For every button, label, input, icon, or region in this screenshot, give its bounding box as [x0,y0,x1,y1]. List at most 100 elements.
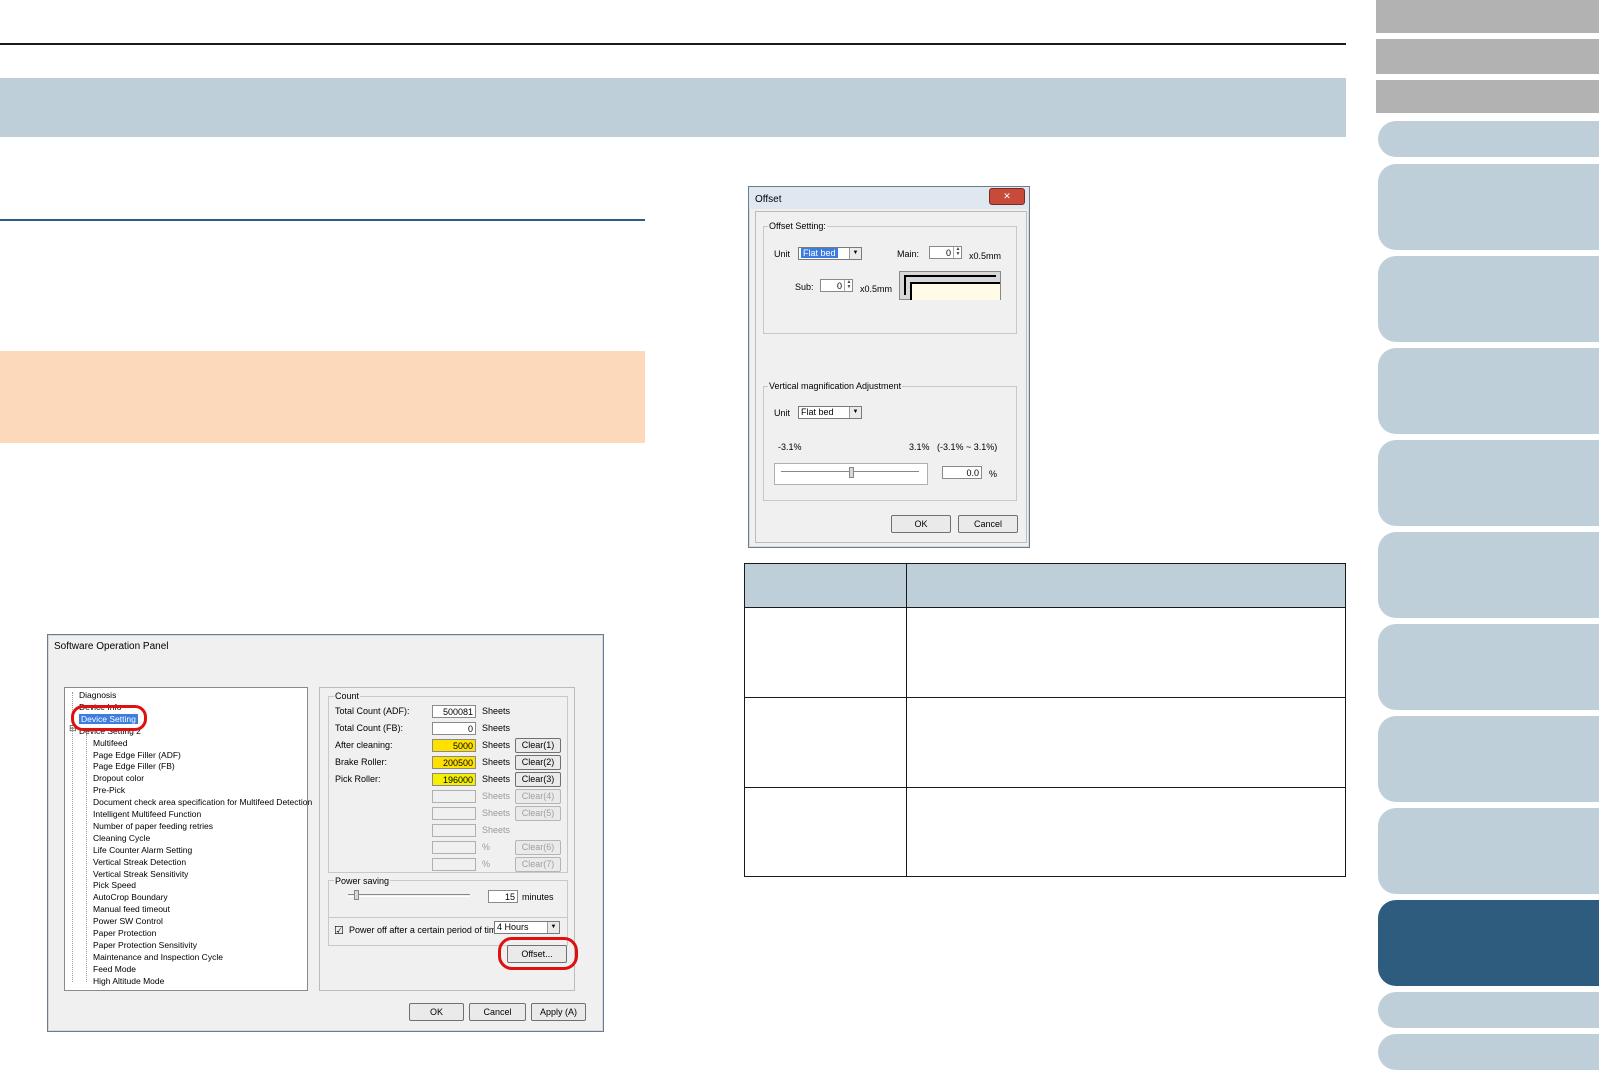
nav-tab-3[interactable] [1376,80,1599,113]
tree-item[interactable]: High Altitude Mode [93,976,164,986]
chevron-down-icon: ▼ [849,248,861,259]
unit2-select[interactable]: Flat bed ▼ [798,406,862,419]
tree-item[interactable]: Cleaning Cycle [93,833,150,843]
settings-table [744,563,1346,877]
counter-clear-button[interactable]: Clear(7) [515,857,561,872]
table-row-divider-1 [745,697,1345,698]
counter-value-field [432,858,476,871]
cancel-button[interactable]: Cancel [469,1003,526,1021]
counter-clear-button[interactable]: Clear(1) [515,738,561,753]
counter-value-field: 200500 [432,756,476,769]
unit-label: Unit [774,249,791,259]
slider-max-label: 3.1% [909,442,930,452]
stepper-arrows-icon[interactable]: ▲ ▼ [953,247,962,258]
magnification-slider-thumb[interactable] [849,467,854,478]
offset-preview-arrow-v [904,275,906,295]
unit2-select-value: Flat bed [801,407,834,417]
counter-clear-button[interactable]: Clear(6) [515,840,561,855]
nav-tab-14[interactable] [1378,1034,1599,1070]
chevron-down-icon: ▼ [849,407,861,418]
tree-item[interactable]: Page Edge Filler (ADF) [93,750,181,760]
counter-clear-button[interactable]: Clear(3) [515,772,561,787]
offset-setting-caption: Offset Setting: [768,221,827,231]
tree-item[interactable]: Dropout color [93,773,144,783]
counter-unit: Sheets [482,706,511,716]
counter-unit: Sheets [482,740,511,750]
tree-item[interactable]: Feed Mode [93,964,136,974]
title-band [0,78,1346,137]
unit2-label: Unit [774,408,791,418]
offset-titlebar [749,187,1029,209]
main-unit: x0.5mm [969,251,1002,261]
power-off-select[interactable]: 4 Hours ▼ [494,921,560,934]
ok-button[interactable]: OK [409,1003,464,1021]
settings-tree[interactable]: ⊟ Diagnosis Device Info Device Setting Devi… [64,687,312,991]
power-off-label: Power off after a certain period of time [349,925,502,935]
power-saving-minutes-field[interactable]: 15 [488,890,518,903]
counter-value-field [432,824,476,837]
tree-item[interactable]: Manual feed timeout [93,904,170,914]
counter-value-field [432,807,476,820]
counter-unit: Sheets [482,825,511,835]
tree-item[interactable]: Document check area specification for Mu… [93,797,312,807]
nav-tab-10[interactable] [1378,624,1599,710]
tree-item[interactable]: Power SW Control [93,916,163,926]
table-column-divider [906,564,907,876]
tree-item[interactable]: Maintenance and Inspection Cycle [93,952,223,962]
nav-tab-6[interactable] [1378,256,1599,342]
counter-value-field: 500081 [432,705,476,718]
sub-unit: x0.5mm [860,284,893,294]
tree-item[interactable]: AutoCrop Boundary [93,892,168,902]
offset-ok-button[interactable]: OK [891,515,951,533]
offset-preview-arrow-h [904,275,996,277]
slider-min-label: -3.1% [778,442,802,452]
power-saving-slider[interactable] [348,894,470,897]
nav-tab-7[interactable] [1378,348,1599,434]
percent-label: % [989,469,998,479]
magnification-value-field[interactable]: 0.0 [942,466,982,479]
close-icon[interactable]: ✕ [989,188,1025,205]
power-saving-slider-thumb[interactable] [354,890,359,900]
tree-item[interactable]: Vertical Streak Detection [93,857,186,867]
magnification-slider-box [774,463,928,485]
counter-unit: Sheets [482,723,511,733]
main-label: Main: [897,249,920,259]
tree-item[interactable]: Paper Protection [93,928,156,938]
tree-item[interactable]: Number of paper feeding retries [93,821,213,831]
counter-clear-button[interactable]: Clear(4) [515,789,561,804]
table-row-divider-2 [745,787,1345,788]
nav-tab-11[interactable] [1378,716,1599,802]
tree-item[interactable]: Vertical Streak Sensitivity [93,869,188,879]
vertical-magnification-caption: Vertical magnification Adjustment [768,381,903,391]
counter-label: Total Count (FB): [335,723,404,733]
counter-clear-button[interactable]: Clear(2) [515,755,561,770]
nav-tab-5[interactable] [1378,164,1599,250]
offset-preview [899,271,1001,300]
nav-tab-13[interactable] [1378,992,1599,1028]
tree-item[interactable]: Page Edge Filler (FB) [93,761,175,771]
tree-item[interactable]: Multifeed [93,738,128,748]
power-off-checkbox[interactable]: ☑ [334,924,344,937]
tree-item[interactable]: Pick Speed [93,880,136,890]
nav-tab-4[interactable] [1378,121,1599,157]
stepper-arrows-icon[interactable]: ▲ ▼ [844,280,853,291]
nav-tab-1[interactable] [1376,0,1599,33]
offset-cancel-button[interactable]: Cancel [958,515,1018,533]
nav-tab-active[interactable] [1378,900,1599,986]
nav-tab-2[interactable] [1376,39,1599,74]
tree-line [72,692,73,982]
apply-button[interactable]: Apply (A) [531,1003,586,1021]
counter-label: Total Count (ADF): [335,706,410,716]
counter-unit: % [482,859,491,869]
tree-item[interactable]: Intelligent Multifeed Function [93,809,201,819]
counter-clear-button[interactable]: Clear(5) [515,806,561,821]
nav-tab-9[interactable] [1378,532,1599,618]
unit-select[interactable]: Flat bed ▼ [798,247,862,260]
nav-tab-12[interactable] [1378,808,1599,894]
chevron-down-icon: ▼ [547,922,559,933]
tree-item[interactable]: Paper Protection Sensitivity [93,940,197,950]
tree-item[interactable]: Diagnosis [79,690,116,700]
tree-item[interactable]: Pre-Pick [93,785,125,795]
nav-tab-8[interactable] [1378,440,1599,526]
tree-item[interactable]: Life Counter Alarm Setting [93,845,192,855]
